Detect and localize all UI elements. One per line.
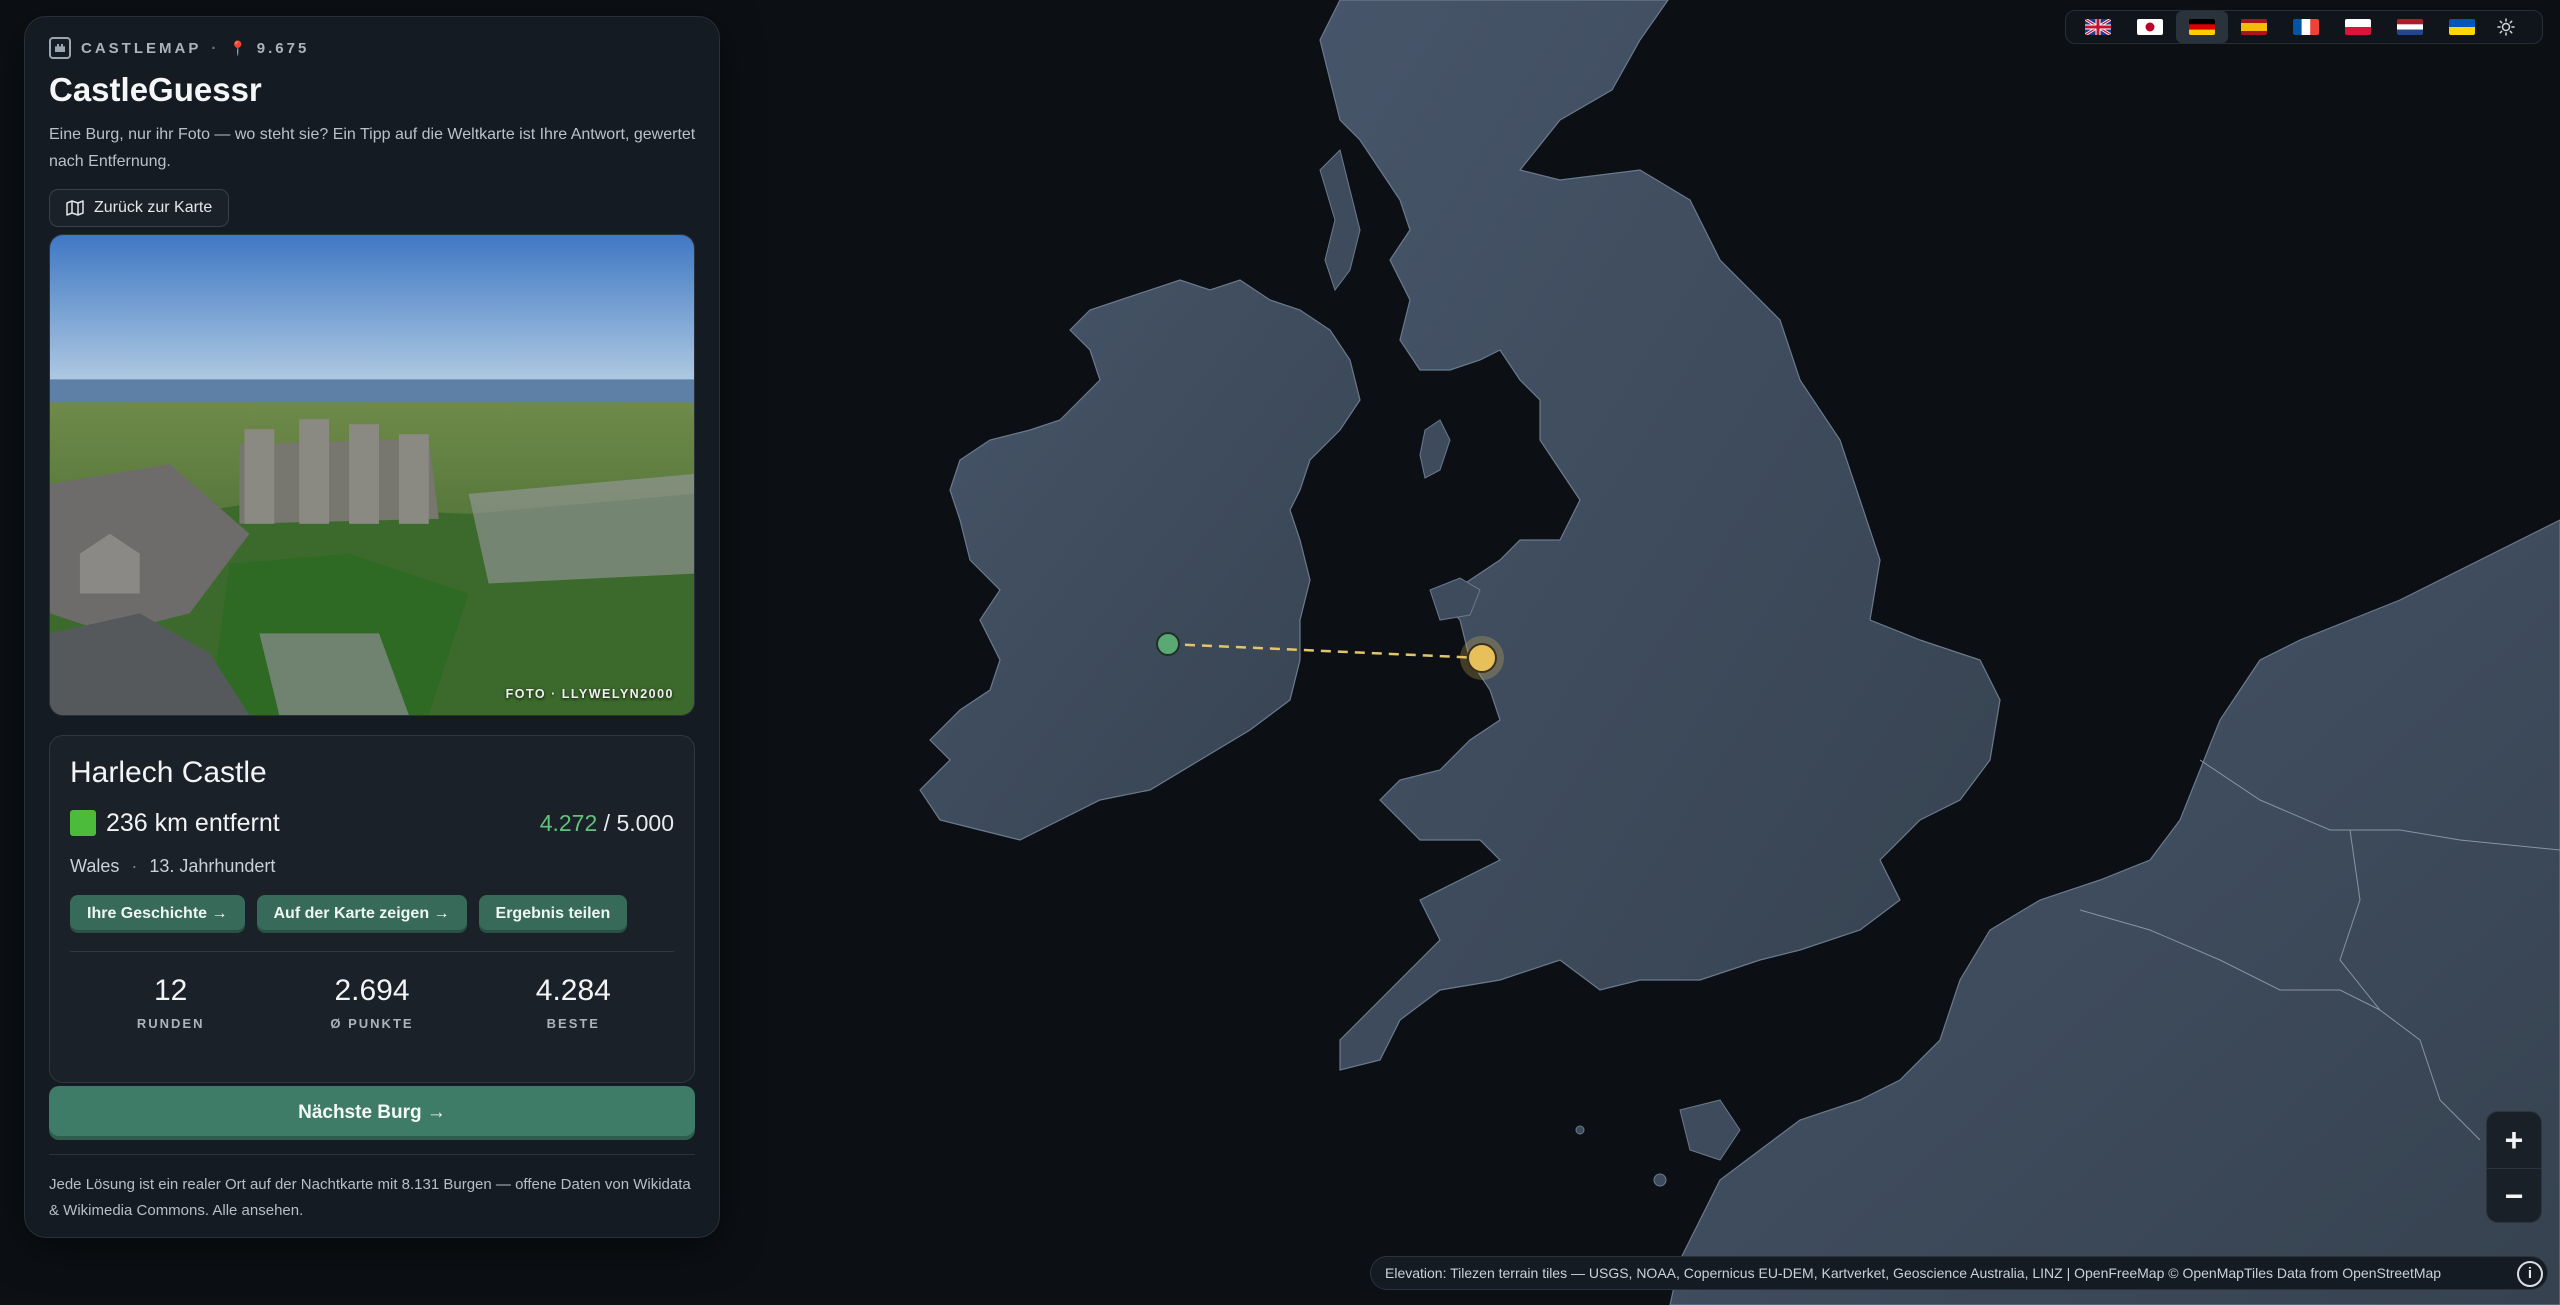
- poland-flag-icon: [2345, 19, 2371, 35]
- info-icon[interactable]: i: [2517, 1261, 2543, 1287]
- result-card: Harlech Castle 236 km entfernt 4.272 / 5…: [49, 735, 695, 1083]
- share-result-button[interactable]: Ergebnis teilen: [478, 895, 628, 933]
- language-fr-button[interactable]: [2280, 11, 2332, 43]
- footer-divider: [49, 1154, 695, 1155]
- ukraine-flag-icon: [2449, 19, 2475, 35]
- spain-flag-icon: [2241, 19, 2267, 35]
- footnote: Jede Lösung ist ein realer Ort auf der N…: [49, 1176, 691, 1219]
- language-en-button[interactable]: [2072, 11, 2124, 43]
- stat-label: BESTE: [546, 1016, 600, 1031]
- score-earned: 4.272: [539, 809, 598, 836]
- stat-rounds: 12 RUNDEN: [71, 974, 271, 1031]
- pin-icon: 📍: [229, 39, 247, 56]
- back-to-map-button[interactable]: Zurück zur Karte: [49, 189, 230, 227]
- language-de-button[interactable]: [2176, 11, 2228, 43]
- theme-toggle-button[interactable]: [2488, 11, 2524, 43]
- castle-name: Harlech Castle: [70, 756, 267, 789]
- story-button[interactable]: Ihre Geschichte →: [70, 895, 245, 933]
- app-title: CastleGuessr: [49, 71, 262, 108]
- stat-label: Ø PUNKTE: [330, 1016, 414, 1031]
- language-pl-button[interactable]: [2332, 11, 2384, 43]
- stat-value: 2.694: [334, 974, 410, 1007]
- castle-photo: FOTO · LLYWELYN2000: [49, 234, 695, 716]
- map-attribution: Elevation: Tilezen terrain tiles — USGS,…: [1370, 1256, 2548, 1290]
- meta-separator: ·: [131, 856, 138, 876]
- language-nl-button[interactable]: [2384, 11, 2436, 43]
- castle-meta: Wales · 13. Jahrhundert: [70, 856, 674, 877]
- attribution-text[interactable]: Elevation: Tilezen terrain tiles — USGS,…: [1385, 1265, 2441, 1281]
- castle-region: Wales: [70, 856, 120, 876]
- stat-label: RUNDEN: [136, 1016, 205, 1031]
- isle-of-man-landmass: [1419, 419, 1451, 479]
- stat-value: 12: [153, 974, 188, 1007]
- distance-row: 236 km entfernt 4.272 / 5.000: [70, 806, 674, 840]
- brand-name: CASTLEMAP: [81, 39, 202, 57]
- zoom-control: + −: [2486, 1111, 2542, 1223]
- score: 4.272 / 5.000: [540, 810, 674, 837]
- brittany-landmass: [1679, 1099, 1741, 1161]
- brand-separator: ·: [211, 39, 220, 57]
- ireland-landmass: [919, 279, 1361, 841]
- show-on-map-button[interactable]: Auf der Karte zeigen →: [256, 895, 467, 933]
- result-actions: Ihre Geschichte → Auf der Karte zeigen →…: [70, 895, 674, 933]
- stat-best: 4.284 BESTE: [473, 974, 673, 1031]
- language-switcher: [2065, 10, 2543, 44]
- hebrides-landmass: [1319, 149, 1361, 292]
- stat-average: 2.694 Ø PUNKTE: [272, 974, 472, 1031]
- zoom-in-button[interactable]: +: [2487, 1112, 2541, 1168]
- language-uk-button[interactable]: [2436, 11, 2488, 43]
- great-britain-landmass: [1319, 0, 2001, 1071]
- game-panel: CASTLEMAP · 📍 9.675 CastleGuessr Eine Bu…: [24, 16, 720, 1238]
- japan-flag-icon: [2137, 19, 2163, 35]
- uk-flag-icon: [2085, 19, 2111, 35]
- next-castle-button[interactable]: Nächste Burg →: [49, 1086, 695, 1140]
- stats-row: 12 RUNDEN 2.694 Ø PUNKTE 4.284 BESTE: [70, 951, 674, 1031]
- language-ja-button[interactable]: [2124, 11, 2176, 43]
- score-max: 5.000: [616, 809, 674, 836]
- language-es-button[interactable]: [2228, 11, 2280, 43]
- answer-marker[interactable]: [1467, 643, 1497, 673]
- brand-row: CASTLEMAP · 📍 9.675: [49, 35, 695, 61]
- castle-century: 13. Jahrhundert: [149, 856, 276, 876]
- green-square-icon: [70, 810, 96, 836]
- app-subtitle: Eine Burg, nur ihr Foto — wo steht sie? …: [49, 126, 696, 170]
- guess-marker[interactable]: [1156, 632, 1180, 656]
- sun-icon: [2497, 18, 2515, 36]
- score-separator: /: [597, 809, 617, 836]
- zoom-out-button[interactable]: −: [2487, 1168, 2541, 1222]
- back-to-map-label: Zurück zur Karte: [94, 199, 213, 216]
- castle-photo-image: [50, 235, 694, 715]
- channel-island: [1575, 1125, 1585, 1135]
- germany-flag-icon: [2189, 19, 2215, 35]
- france-flag-icon: [2293, 19, 2319, 35]
- stat-value: 4.284: [535, 974, 611, 1007]
- castle-icon: [49, 37, 71, 59]
- distance-text: 236 km entfernt: [106, 808, 280, 837]
- netherlands-flag-icon: [2397, 19, 2423, 35]
- map-icon: [66, 200, 84, 216]
- photo-credit: FOTO · LLYWELYN2000: [505, 687, 674, 701]
- channel-island: [1653, 1173, 1667, 1187]
- castle-count: 9.675: [256, 39, 310, 57]
